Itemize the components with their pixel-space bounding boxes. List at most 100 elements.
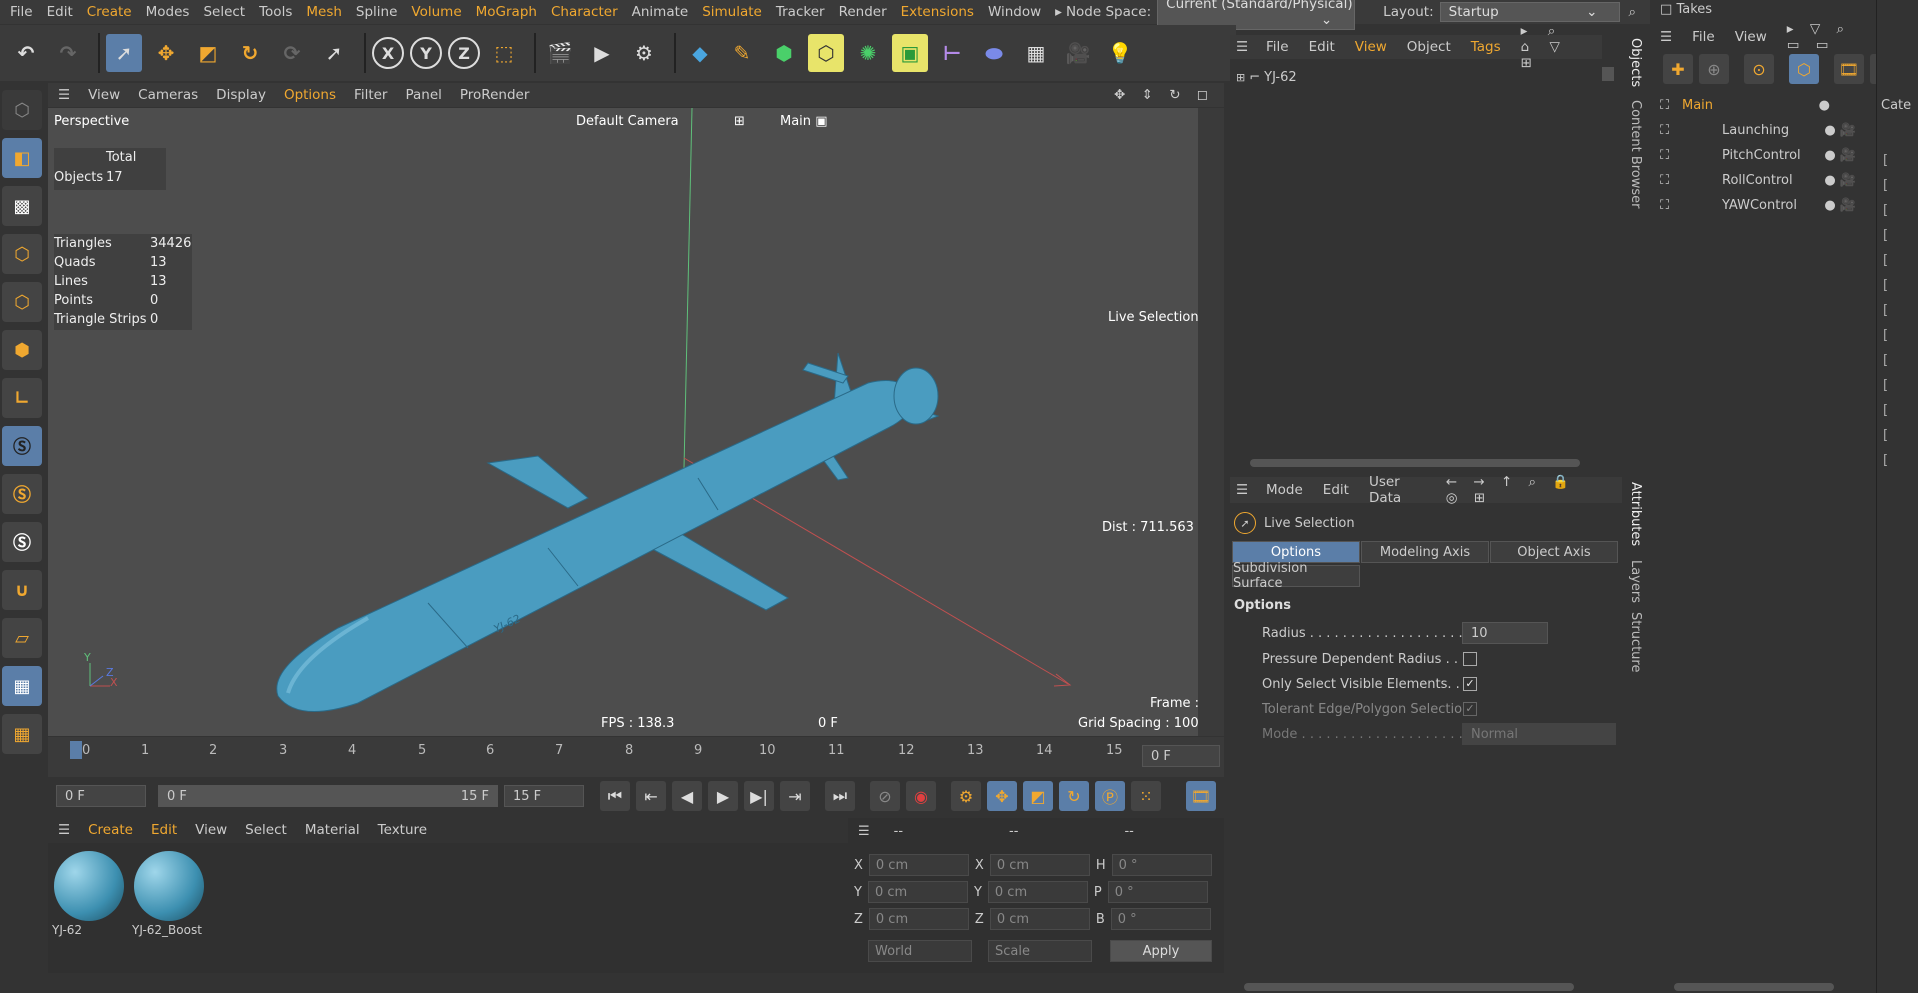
menu-tracker[interactable]: Tracker <box>776 4 825 20</box>
3d-viewport[interactable]: YJ-62 Y X Z Perspective Default Camera ⊞… <box>48 108 1224 736</box>
y-axis-lock-button[interactable]: Y <box>410 37 442 69</box>
render-settings-icon[interactable]: ⚙ <box>626 34 662 72</box>
material-menu-texture[interactable]: Texture <box>378 822 427 838</box>
points-mode-icon[interactable]: ⬡ <box>2 234 42 274</box>
timeline-window-icon[interactable]: 🎞 <box>1186 781 1216 811</box>
expand-icon[interactable]: ⊞ <box>1236 71 1245 84</box>
go-to-end-icon[interactable]: ⏭ <box>825 781 855 811</box>
tab-structure[interactable]: Structure <box>1628 612 1643 672</box>
menu-overflow-icon[interactable]: ▸ <box>1055 4 1062 20</box>
attr-menu-mode[interactable]: Mode <box>1266 482 1303 498</box>
takes-toolbar-icons[interactable]: ▸ ▽ ⌕ ▭ ▭ <box>1787 21 1856 53</box>
render-view-icon[interactable]: 🎬 <box>542 34 578 72</box>
solo-single-icon[interactable]: Ⓢ <box>2 474 42 514</box>
cube-icon[interactable]: ◆ <box>682 34 718 72</box>
radius-field[interactable]: 10 <box>1462 622 1548 644</box>
attr-menu-edit[interactable]: Edit <box>1323 482 1349 498</box>
key-parameter-icon[interactable]: Ⓟ <box>1095 781 1125 811</box>
take-item-yaw[interactable]: ⛶ YAWControl ● 🎥 <box>1660 193 1870 217</box>
tab-modeling-axis[interactable]: Modeling Axis <box>1361 541 1489 563</box>
tab-content-browser[interactable]: Content Browser <box>1628 100 1643 209</box>
position-z-field[interactable]: 0 cm <box>868 908 969 930</box>
start-frame-field[interactable]: 0 F <box>56 785 146 807</box>
menu-select[interactable]: Select <box>203 4 245 20</box>
camera-name[interactable]: Default Camera <box>576 114 679 129</box>
autokey-icon[interactable]: ◉ <box>906 781 936 811</box>
takes-scrollbar[interactable] <box>1674 983 1834 991</box>
attr-nav-icons[interactable]: ← → ↑ ⌕ 🔒 ◎ ⊞ <box>1446 474 1602 506</box>
rotation-p-field[interactable]: 0 ° <box>1107 881 1208 903</box>
object-manager-scrollbar[interactable] <box>1250 459 1580 467</box>
hamburger-icon[interactable]: ☰ <box>58 87 70 103</box>
viewport-menu-cameras[interactable]: Cameras <box>138 87 198 103</box>
menu-edit[interactable]: Edit <box>47 4 73 20</box>
menu-simulate[interactable]: Simulate <box>702 4 762 20</box>
menu-mesh[interactable]: Mesh <box>306 4 342 20</box>
redo-icon[interactable]: ↷ <box>50 34 86 72</box>
take-item-roll[interactable]: ⛶ RollControl ● 🎥 <box>1660 168 1870 192</box>
z-axis-lock-button[interactable]: Z <box>448 37 480 69</box>
tab-subdivision-surface[interactable]: Subdivision Surface <box>1232 561 1360 591</box>
select-mode-icon[interactable]: ➚ <box>316 34 352 72</box>
menu-tools[interactable]: Tools <box>259 4 292 20</box>
solo-off-icon[interactable]: Ⓢ <box>2 426 42 466</box>
only-visible-checkbox[interactable]: ✓ <box>1463 677 1477 691</box>
search-icon[interactable]: ⌕ <box>1628 4 1636 20</box>
axis-mode-icon[interactable]: ∟ <box>2 378 42 418</box>
tab-options[interactable]: Options <box>1232 541 1360 563</box>
snap-icon[interactable]: ∪ <box>2 570 42 610</box>
position-x-field[interactable]: 0 cm <box>868 854 969 876</box>
layout-dropdown[interactable]: Startup ⌄ <box>1439 2 1621 22</box>
current-frame-field[interactable]: 0 F <box>1142 745 1220 767</box>
workplane-icon[interactable]: ▱ <box>2 618 42 658</box>
viewport-scrollbar[interactable] <box>1198 108 1224 736</box>
viewport-nav-icons[interactable]: ✥ ⇕ ↻ ◻ <box>1114 87 1214 103</box>
solo-hierarchy-icon[interactable]: Ⓢ <box>2 522 42 562</box>
key-scale-icon[interactable]: ◩ <box>1023 781 1053 811</box>
floor-icon[interactable]: ▦ <box>1018 34 1054 72</box>
viewport-menu-options[interactable]: Options <box>284 87 336 103</box>
menu-modes[interactable]: Modes <box>146 4 190 20</box>
menu-spline[interactable]: Spline <box>356 4 398 20</box>
next-key-icon[interactable]: ⇥ <box>780 781 810 811</box>
frame-range-slider[interactable]: 0 F 15 F <box>158 785 498 807</box>
tab-layers[interactable]: Layers <box>1628 560 1643 603</box>
attribute-scrollbar[interactable] <box>1244 983 1574 991</box>
tab-object-axis[interactable]: Object Axis <box>1490 541 1618 563</box>
size-y-field[interactable]: 0 cm <box>987 881 1088 903</box>
takes-menu-view[interactable]: View <box>1735 29 1767 45</box>
material-swatch[interactable]: YJ-62_Boost <box>132 849 206 945</box>
checkbox-icon[interactable]: ⛶ <box>1660 98 1682 113</box>
checkbox-icon[interactable]: ⛶ <box>1660 198 1722 213</box>
position-y-field[interactable]: 0 cm <box>867 881 968 903</box>
menu-extensions[interactable]: Extensions <box>901 4 974 20</box>
record-icon[interactable]: ⊘ <box>870 781 900 811</box>
viewport-menu-prorender[interactable]: ProRender <box>460 87 529 103</box>
object-menu-object[interactable]: Object <box>1407 39 1451 55</box>
hamburger-icon[interactable]: ☰ <box>1236 39 1248 55</box>
scale-icon[interactable]: ◩ <box>190 34 226 72</box>
take-dot-icon[interactable]: ● 🎥 <box>1824 148 1856 163</box>
overrides-icon[interactable]: ⬡ <box>1789 54 1819 84</box>
viewport-menu-filter[interactable]: Filter <box>354 87 387 103</box>
cloner-icon[interactable]: ✺ <box>850 34 886 72</box>
edges-mode-icon[interactable]: ⬡ <box>2 282 42 322</box>
subdivision-surface-icon[interactable]: ⬢ <box>766 34 802 72</box>
take-dot-icon[interactable]: ● 🎥 <box>1824 198 1856 213</box>
checkbox-icon[interactable]: ⛶ <box>1660 148 1722 163</box>
menu-animate[interactable]: Animate <box>632 4 689 20</box>
polygons-mode-icon[interactable]: ⬢ <box>2 330 42 370</box>
deformer-icon[interactable]: ⊢ <box>934 34 970 72</box>
tab-attributes[interactable]: Attributes <box>1628 482 1643 546</box>
key-position-icon[interactable]: ✥ <box>987 781 1017 811</box>
pen-icon[interactable]: ✎ <box>724 34 760 72</box>
light-icon[interactable]: 💡 <box>1102 34 1138 72</box>
recent-tools-icon[interactable]: ⟳ <box>274 34 310 72</box>
undo-icon[interactable]: ↶ <box>8 34 44 72</box>
menu-create[interactable]: Create <box>87 4 132 20</box>
mode-dropdown[interactable]: Normal <box>1462 723 1616 745</box>
take-dot-icon[interactable]: ● 🎥 <box>1824 173 1856 188</box>
menu-mograph[interactable]: MoGraph <box>476 4 537 20</box>
menu-window[interactable]: Window <box>988 4 1041 20</box>
main-label[interactable]: Main <box>780 114 811 129</box>
